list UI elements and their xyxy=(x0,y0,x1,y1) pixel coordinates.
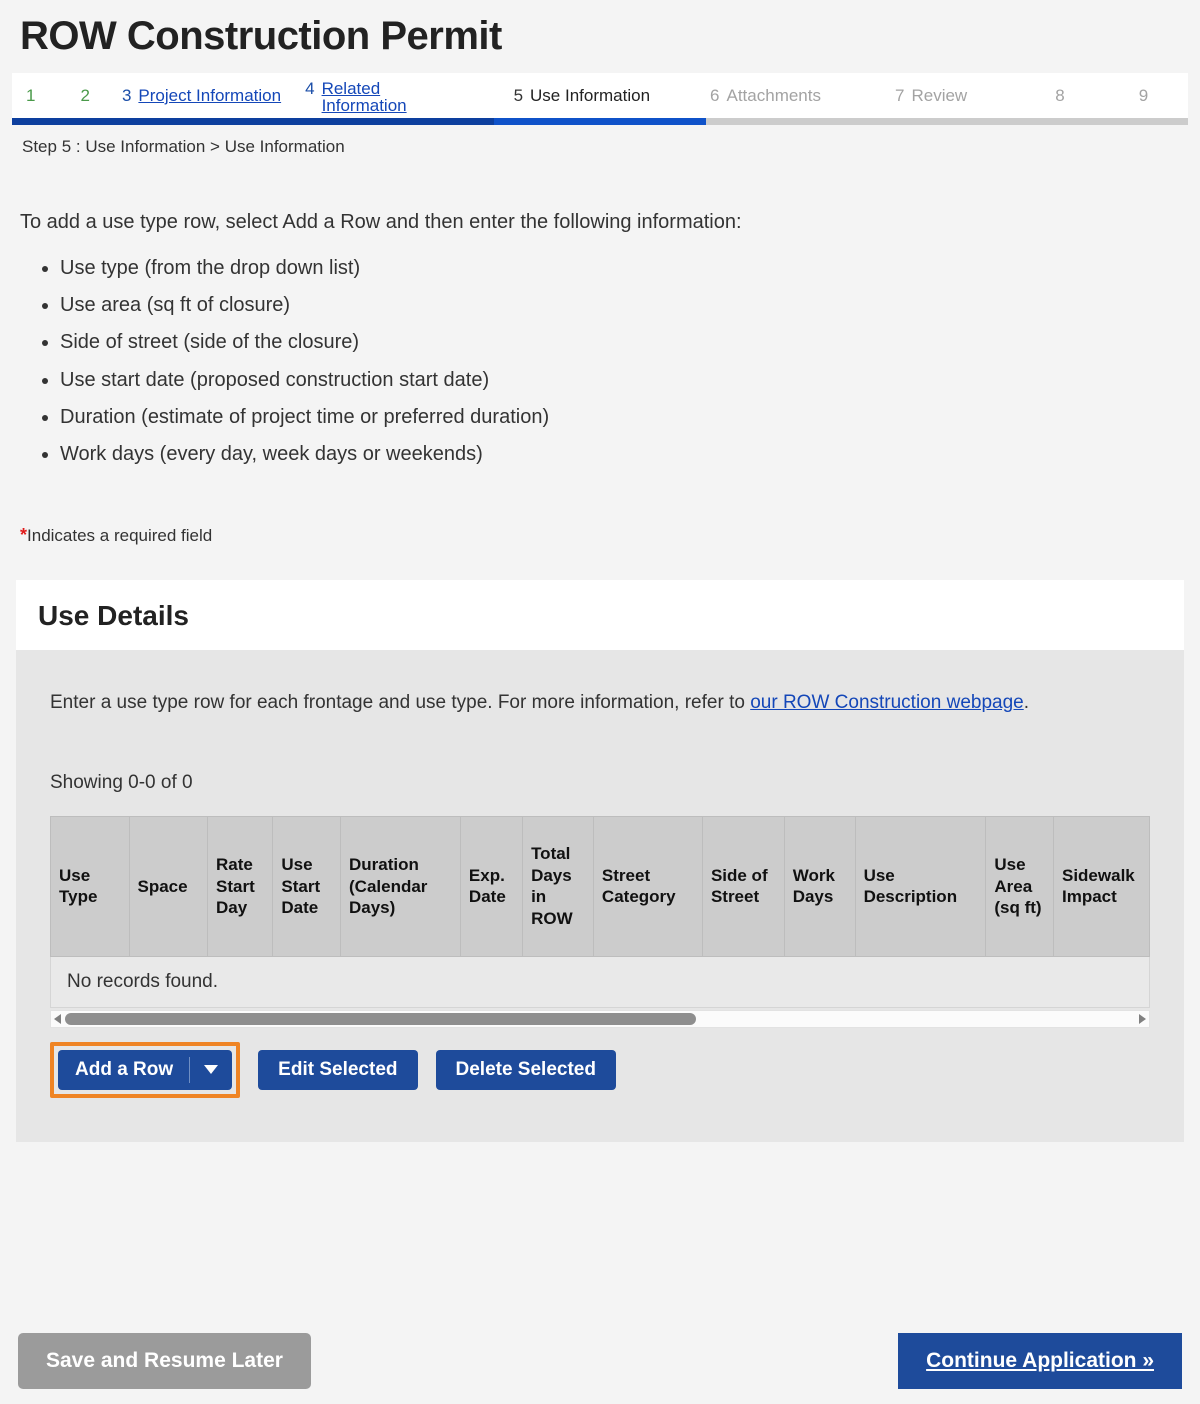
column-header-use-description[interactable]: Use Description xyxy=(855,816,986,956)
application-page: ROW Construction Permit 1 2 3 Project In… xyxy=(0,0,1200,1404)
table-header-row: Use Type Space Rate Start Day Use Start … xyxy=(51,816,1150,956)
column-header-work-days[interactable]: Work Days xyxy=(784,816,855,956)
intro-text: To add a use type row, select Add a Row … xyxy=(0,157,1200,234)
step-8-number: 8 xyxy=(1055,86,1064,106)
step-1[interactable]: 1 xyxy=(26,86,42,106)
column-header-use-type[interactable]: Use Type xyxy=(51,816,130,956)
add-row-focus-ring: Add a Row xyxy=(50,1042,240,1098)
step-5-use-information[interactable]: 5 Use Information xyxy=(514,86,650,106)
instruction-list: Use type (from the drop down list) Use a… xyxy=(0,250,1200,473)
save-and-resume-later-button[interactable]: Save and Resume Later xyxy=(18,1333,311,1389)
step-6-number: 6 xyxy=(710,86,719,106)
column-header-exp-date[interactable]: Exp. Date xyxy=(460,816,522,956)
step-8: 8 xyxy=(1055,86,1071,106)
column-header-duration[interactable]: Duration (Calendar Days) xyxy=(341,816,461,956)
page-title: ROW Construction Permit xyxy=(0,0,1200,59)
step-3-number: 3 xyxy=(122,86,131,106)
use-details-header: Use Details xyxy=(16,580,1184,650)
delete-selected-button[interactable]: Delete Selected xyxy=(436,1050,616,1090)
column-header-use-area[interactable]: Use Area (sq ft) xyxy=(986,816,1054,956)
scrollbar-thumb[interactable] xyxy=(65,1013,696,1025)
list-item: Side of street (side of the closure) xyxy=(60,324,1200,361)
required-field-note: *Indicates a required field xyxy=(0,473,1200,546)
row-construction-webpage-link[interactable]: our ROW Construction webpage xyxy=(750,692,1024,713)
column-header-space[interactable]: Space xyxy=(129,816,208,956)
column-header-sidewalk-impact[interactable]: Sidewalk Impact xyxy=(1053,816,1149,956)
column-header-side-of-street[interactable]: Side of Street xyxy=(702,816,784,956)
chevron-down-icon[interactable] xyxy=(190,1050,232,1090)
step-1-number: 1 xyxy=(26,86,35,106)
step-6-attachments: 6 Attachments xyxy=(710,86,821,106)
step-4-number: 4 xyxy=(305,79,314,99)
no-records-message: No records found. xyxy=(50,957,1150,1008)
step-7-label: Review xyxy=(911,86,967,106)
progress-bar xyxy=(12,118,1188,125)
step-2-number: 2 xyxy=(80,86,89,106)
use-details-description: Enter a use type row for each frontage a… xyxy=(50,686,1110,720)
description-text-tail: . xyxy=(1024,692,1029,713)
scroll-right-arrow-icon[interactable] xyxy=(1135,1010,1149,1028)
use-details-panel: Use Details Enter a use type row for eac… xyxy=(16,580,1184,1142)
list-item: Duration (estimate of project time or pr… xyxy=(60,399,1200,436)
required-field-text: Indicates a required field xyxy=(27,526,212,545)
continue-application-button[interactable]: Continue Application » xyxy=(898,1333,1182,1389)
step-7-review: 7 Review xyxy=(895,86,967,106)
step-9-number: 9 xyxy=(1139,86,1148,106)
edit-selected-button[interactable]: Edit Selected xyxy=(258,1050,417,1090)
step-6-label: Attachments xyxy=(727,86,822,106)
step-9: 9 xyxy=(1139,86,1155,106)
footer-actions: Save and Resume Later Continue Applicati… xyxy=(0,1328,1200,1394)
column-header-street-category[interactable]: Street Category xyxy=(593,816,702,956)
description-text-lead: Enter a use type row for each frontage a… xyxy=(50,692,750,713)
step-5-number: 5 xyxy=(514,86,523,106)
breadcrumb: Step 5 : Use Information > Use Informati… xyxy=(0,125,1200,157)
list-item: Work days (every day, week days or weeke… xyxy=(60,436,1200,473)
table-header: Use Type Space Rate Start Day Use Start … xyxy=(51,816,1150,956)
step-list: 1 2 3 Project Information 4 Related Info… xyxy=(12,73,1188,119)
add-a-row-split-button[interactable]: Add a Row xyxy=(58,1050,232,1090)
step-2[interactable]: 2 xyxy=(80,86,96,106)
step-3-project-information[interactable]: 3 Project Information xyxy=(122,86,281,106)
scrollbar-track[interactable] xyxy=(65,1010,1135,1028)
column-header-use-start-date[interactable]: Use Start Date xyxy=(273,816,341,956)
table-action-buttons: Add a Row Edit Selected Delete Selected xyxy=(50,1042,1150,1098)
column-header-rate-start-day[interactable]: Rate Start Day xyxy=(208,816,273,956)
list-item: Use type (from the drop down list) xyxy=(60,250,1200,287)
record-count-label: Showing 0-0 of 0 xyxy=(50,772,1150,794)
step-3-label[interactable]: Project Information xyxy=(138,86,281,106)
table-horizontal-scrollbar[interactable] xyxy=(50,1010,1150,1028)
use-details-table: Use Type Space Rate Start Day Use Start … xyxy=(50,816,1150,957)
step-5-label: Use Information xyxy=(530,86,650,106)
step-navigation: 1 2 3 Project Information 4 Related Info… xyxy=(12,73,1188,125)
step-4-label[interactable]: Related Information xyxy=(322,80,418,114)
use-details-table-wrapper: Use Type Space Rate Start Day Use Start … xyxy=(50,816,1150,1028)
add-a-row-button[interactable]: Add a Row xyxy=(58,1050,189,1090)
use-details-body: Enter a use type row for each frontage a… xyxy=(16,650,1184,1142)
step-7-number: 7 xyxy=(895,86,904,106)
use-details-title: Use Details xyxy=(38,600,1184,632)
step-4-related-information[interactable]: 4 Related Information xyxy=(305,79,417,114)
progress-remaining-segment xyxy=(706,118,1188,125)
column-header-total-days-in-row[interactable]: Total Days in ROW xyxy=(523,816,594,956)
list-item: Use area (sq ft of closure) xyxy=(60,287,1200,324)
required-asterisk: * xyxy=(20,525,27,545)
scroll-left-arrow-icon[interactable] xyxy=(51,1010,65,1028)
progress-completed-segment xyxy=(12,118,494,125)
progress-current-segment xyxy=(494,118,706,125)
list-item: Use start date (proposed construction st… xyxy=(60,362,1200,399)
